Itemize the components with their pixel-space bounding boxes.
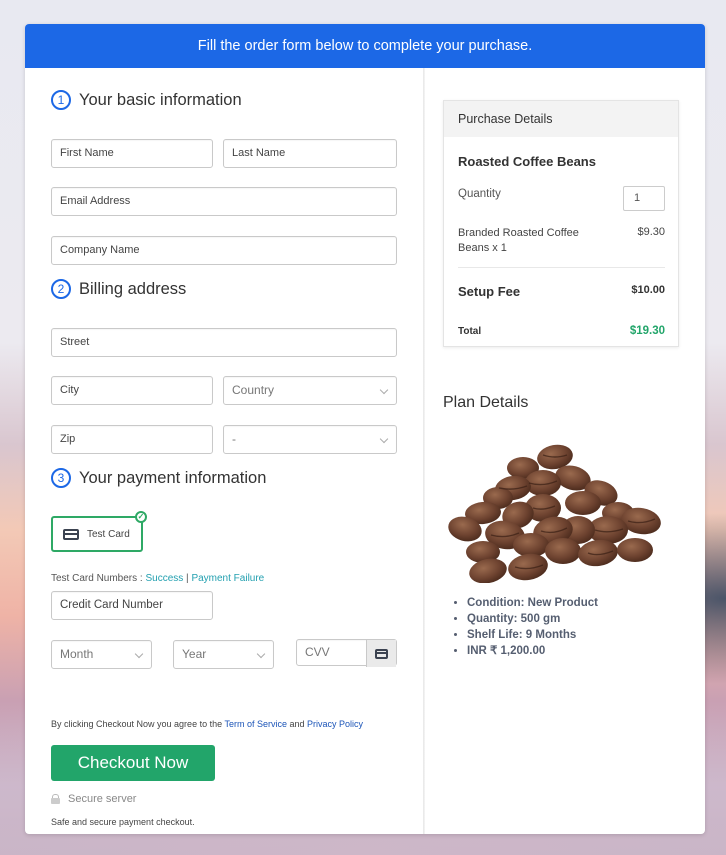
- order-form-card: Fill the order form below to complete yo…: [25, 24, 705, 834]
- month-select[interactable]: Month: [51, 640, 152, 669]
- cvv-help-button[interactable]: [366, 640, 396, 667]
- chevron-down-icon: [256, 649, 266, 659]
- cvv-placeholder: CVV: [305, 645, 330, 659]
- street-input[interactable]: Street: [51, 328, 397, 357]
- section-title: Your basic information: [79, 90, 242, 109]
- summary-divider: [458, 267, 665, 268]
- credit-card-icon: [375, 648, 388, 659]
- summary-column: Purchase Details Roasted Coffee Beans Qu…: [425, 68, 705, 834]
- test-card-option[interactable]: Test Card ✓: [51, 511, 147, 552]
- privacy-policy-link[interactable]: Privacy Policy: [307, 719, 363, 729]
- step-number-icon: 1: [51, 90, 71, 110]
- month-select-value: Month: [60, 647, 94, 661]
- setup-fee-label: Setup Fee: [458, 284, 521, 299]
- test-card-numbers: Test Card Numbers : Success | Payment Fa…: [51, 573, 264, 584]
- secure-server-label: Secure server: [68, 793, 137, 805]
- setup-fee-price: $10.00: [631, 284, 665, 296]
- first-name-input[interactable]: First Name: [51, 139, 213, 168]
- coffee-beans-image: [448, 444, 661, 583]
- chevron-down-icon: [134, 649, 144, 659]
- line-item-label: Branded Roasted Coffee Beans x 1: [458, 227, 579, 254]
- form-column: 1 Your basic information First Name Last…: [25, 68, 423, 834]
- success-link[interactable]: Success: [145, 573, 183, 584]
- zip-input[interactable]: Zip: [51, 425, 213, 454]
- state-select[interactable]: -: [223, 425, 397, 454]
- plan-details-title: Plan Details: [443, 394, 529, 411]
- purchase-details-header: Purchase Details: [444, 101, 678, 137]
- line-item-price: $9.30: [637, 226, 665, 238]
- lock-icon: [51, 794, 60, 804]
- state-select-value: -: [232, 432, 236, 446]
- plan-details-list: Condition: New Product Quantity: 500 gm …: [467, 595, 598, 659]
- agreement-and: and: [286, 719, 307, 729]
- secure-server-note: Secure server: [51, 793, 136, 805]
- safe-checkout-text: Safe and secure payment checkout.: [51, 817, 195, 827]
- check-circle-icon: ✓: [135, 511, 147, 523]
- year-select[interactable]: Year: [173, 640, 274, 669]
- plan-detail-item: Quantity: 500 gm: [467, 611, 598, 627]
- purchase-details-box: Purchase Details Roasted Coffee Beans Qu…: [443, 100, 679, 347]
- section-payment: 3 Your payment information: [51, 468, 266, 488]
- credit-card-number-input[interactable]: Credit Card Number: [51, 591, 213, 620]
- city-input[interactable]: City: [51, 376, 213, 405]
- quantity-input[interactable]: 1: [623, 186, 665, 211]
- checkout-now-button[interactable]: Checkout Now: [51, 745, 215, 781]
- cvv-input[interactable]: CVV: [296, 639, 397, 667]
- step-number-icon: 2: [51, 279, 71, 299]
- chevron-down-icon: [379, 385, 389, 395]
- plan-detail-item: INR ₹ 1,200.00: [467, 643, 598, 659]
- year-select-value: Year: [182, 647, 207, 661]
- last-name-input[interactable]: Last Name: [223, 139, 397, 168]
- test-card-label: Test Card: [87, 528, 130, 540]
- plan-detail-item: Shelf Life: 9 Months: [467, 627, 598, 643]
- email-input[interactable]: Email Address: [51, 187, 397, 216]
- order-banner: Fill the order form below to complete yo…: [25, 24, 705, 68]
- chevron-down-icon: [379, 434, 389, 444]
- agreement-prefix: By clicking Checkout Now you agree to th…: [51, 719, 225, 729]
- company-input[interactable]: Company Name: [51, 236, 397, 265]
- step-number-icon: 3: [51, 468, 71, 488]
- credit-card-icon: [63, 528, 79, 540]
- terms-of-service-link[interactable]: Term of Service: [224, 719, 287, 729]
- section-title: Billing address: [79, 279, 187, 298]
- plan-detail-item: Condition: New Product: [467, 595, 598, 611]
- quantity-label: Quantity: [458, 188, 501, 200]
- test-numbers-label: Test Card Numbers :: [51, 573, 146, 584]
- agreement-text: By clicking Checkout Now you agree to th…: [51, 719, 363, 729]
- section-basic-info: 1 Your basic information: [51, 90, 242, 110]
- payment-failure-link[interactable]: Payment Failure: [191, 573, 264, 584]
- section-billing: 2 Billing address: [51, 279, 186, 299]
- country-select[interactable]: Country: [223, 376, 397, 405]
- section-title: Your payment information: [79, 468, 267, 487]
- country-select-value: Country: [232, 383, 275, 397]
- total-price: $19.30: [629, 325, 665, 337]
- total-label: Total: [458, 326, 482, 337]
- product-name: Roasted Coffee Beans: [458, 154, 596, 169]
